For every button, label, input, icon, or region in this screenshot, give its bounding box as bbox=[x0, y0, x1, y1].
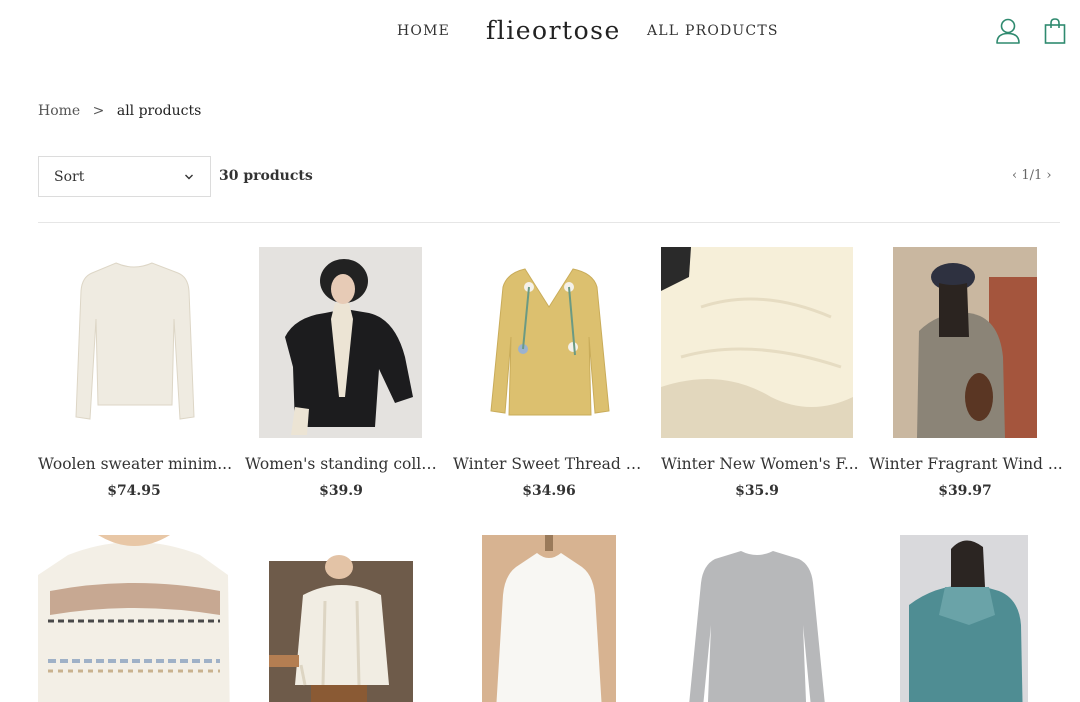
product-title[interactable]: Winter Fragrant Wind ... bbox=[869, 455, 1069, 473]
product-price: $39.97 bbox=[938, 483, 992, 499]
user-icon[interactable] bbox=[994, 16, 1022, 46]
product-card[interactable] bbox=[869, 535, 1061, 702]
site-header: HOME flieortose ALL PRODUCTS bbox=[0, 0, 1080, 66]
product-card[interactable] bbox=[661, 535, 853, 702]
sort-dropdown[interactable]: Sort bbox=[38, 156, 211, 197]
product-image[interactable] bbox=[245, 535, 437, 702]
sort-label: Sort bbox=[54, 168, 85, 185]
product-title[interactable]: Woolen sweater minim... bbox=[38, 455, 238, 473]
breadcrumb-home-link[interactable]: Home bbox=[38, 103, 80, 119]
product-card[interactable] bbox=[38, 535, 230, 702]
product-title[interactable]: Women's standing colla... bbox=[245, 455, 445, 473]
product-title[interactable]: Winter New Women's F... bbox=[661, 455, 861, 473]
product-image[interactable] bbox=[869, 247, 1061, 439]
product-price: $34.96 bbox=[522, 483, 576, 499]
prev-page-icon[interactable]: ‹ bbox=[1012, 168, 1017, 183]
breadcrumb-current: all products bbox=[116, 103, 202, 119]
chevron-down-icon bbox=[184, 170, 194, 188]
product-image[interactable] bbox=[38, 535, 230, 702]
product-price: $39.9 bbox=[319, 483, 363, 499]
nav-home-link[interactable]: HOME bbox=[397, 23, 450, 39]
product-price: $74.95 bbox=[107, 483, 161, 499]
product-card[interactable] bbox=[245, 535, 437, 702]
product-image[interactable] bbox=[453, 535, 645, 702]
pagination: ‹ 1/1 › bbox=[1012, 168, 1052, 183]
toolbar-divider bbox=[38, 222, 1060, 223]
product-card[interactable] bbox=[453, 535, 645, 702]
product-image[interactable] bbox=[869, 535, 1061, 702]
product-image[interactable] bbox=[38, 247, 230, 439]
product-image[interactable] bbox=[245, 247, 437, 439]
brand-logo[interactable]: flieortose bbox=[486, 16, 621, 45]
breadcrumb-separator: > bbox=[92, 103, 105, 119]
product-count: 30 products bbox=[219, 168, 313, 184]
product-title[interactable]: Winter Sweet Thread H... bbox=[453, 455, 653, 473]
next-page-icon[interactable]: › bbox=[1046, 168, 1051, 183]
shopping-bag-icon[interactable] bbox=[1041, 16, 1069, 46]
product-image[interactable] bbox=[661, 535, 853, 702]
product-image[interactable] bbox=[661, 247, 853, 439]
nav-all-products-link[interactable]: ALL PRODUCTS bbox=[647, 23, 779, 39]
product-image[interactable] bbox=[453, 247, 645, 439]
product-price: $35.9 bbox=[735, 483, 779, 499]
page-indicator: 1/1 bbox=[1021, 168, 1043, 183]
breadcrumb: Home > all products bbox=[38, 103, 201, 119]
